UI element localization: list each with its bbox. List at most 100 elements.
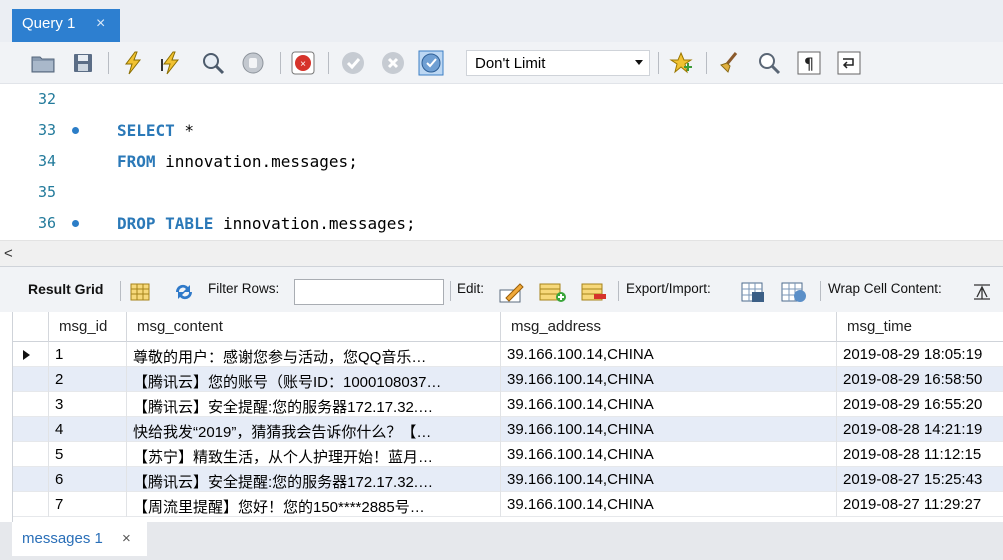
cell-msg-id[interactable]: 4 bbox=[49, 417, 127, 442]
statement-marker-icon bbox=[72, 127, 79, 134]
cell-msg-id[interactable]: 7 bbox=[49, 492, 127, 517]
limit-value: Don't Limit bbox=[475, 55, 546, 72]
cell-msg-id[interactable]: 6 bbox=[49, 467, 127, 492]
wrap-cell-label: Wrap Cell Content: bbox=[828, 281, 942, 296]
cell-msg-address[interactable]: 39.166.100.14,CHINA bbox=[501, 417, 837, 442]
editor-line: 34 FROM innovation.messages; bbox=[0, 146, 1003, 177]
filter-rows-input[interactable] bbox=[294, 279, 444, 305]
line-number: 33 bbox=[38, 121, 57, 139]
cell-msg-time[interactable]: 2019-08-29 16:55:20 bbox=[837, 392, 1003, 417]
rollback-icon[interactable] bbox=[380, 50, 406, 76]
export-icon[interactable] bbox=[740, 280, 768, 304]
add-row-icon[interactable] bbox=[538, 280, 568, 304]
line-number: 36 bbox=[38, 214, 57, 232]
cell-msg-address[interactable]: 39.166.100.14,CHINA bbox=[501, 467, 837, 492]
table-row[interactable]: 4 快给我发“2019”，猜猜我会告诉你什么？【… 39.166.100.14,… bbox=[13, 417, 1003, 442]
execute-current-icon[interactable] bbox=[158, 50, 184, 76]
wrap-cell-icon[interactable] bbox=[972, 283, 994, 301]
column-header-msg-address[interactable]: msg_address bbox=[501, 312, 837, 342]
cell-msg-address[interactable]: 39.166.100.14,CHINA bbox=[501, 367, 837, 392]
autocommit-icon[interactable] bbox=[418, 50, 444, 76]
refresh-icon[interactable] bbox=[172, 282, 196, 302]
stop-icon[interactable] bbox=[240, 50, 266, 76]
delete-row-icon[interactable] bbox=[580, 280, 610, 304]
invisible-chars-icon[interactable]: ¶ bbox=[796, 50, 822, 76]
cell-msg-content[interactable]: 尊敬的用户：感谢您参与活动，您QQ音乐… bbox=[127, 342, 501, 367]
sql-keyword: SELECT bbox=[117, 121, 175, 140]
scroll-left-icon[interactable]: < bbox=[4, 245, 13, 262]
cell-msg-id[interactable]: 1 bbox=[49, 342, 127, 367]
sql-editor[interactable]: 32 33 SELECT * 34 FROM innovation.messag… bbox=[0, 84, 1003, 240]
word-wrap-icon[interactable] bbox=[836, 50, 862, 76]
filter-rows-label: Filter Rows: bbox=[208, 281, 280, 296]
tab-query-1[interactable]: Query 1 × bbox=[12, 9, 120, 42]
table-row[interactable]: 5 【苏宁】精致生活，从个人护理开始！蓝月… 39.166.100.14,CHI… bbox=[13, 442, 1003, 467]
row-selector[interactable] bbox=[13, 467, 49, 492]
row-selector[interactable] bbox=[13, 392, 49, 417]
limit-rows-select[interactable]: Don't Limit bbox=[466, 50, 650, 76]
svg-text:¶: ¶ bbox=[804, 54, 814, 73]
cell-msg-time[interactable]: 2019-08-29 16:58:50 bbox=[837, 367, 1003, 392]
row-selector[interactable] bbox=[13, 342, 49, 367]
column-header-msg-id[interactable]: msg_id bbox=[49, 312, 127, 342]
cell-msg-address[interactable]: 39.166.100.14,CHINA bbox=[501, 442, 837, 467]
table-row[interactable]: 3 【腾讯云】安全提醒:您的服务器172.17.32.… 39.166.100.… bbox=[13, 392, 1003, 417]
editor-line: 33 SELECT * bbox=[0, 115, 1003, 146]
cell-msg-content[interactable]: 【腾讯云】您的账号（账号ID：1000108037… bbox=[127, 367, 501, 392]
import-icon[interactable] bbox=[780, 280, 810, 304]
column-header-msg-time[interactable]: msg_time bbox=[837, 312, 1003, 342]
cell-msg-id[interactable]: 5 bbox=[49, 442, 127, 467]
tab-label: Query 1 bbox=[22, 15, 76, 32]
save-icon[interactable] bbox=[70, 50, 96, 76]
query-tab-strip: Query 1 × bbox=[0, 0, 1003, 42]
find-icon[interactable] bbox=[756, 50, 782, 76]
cell-msg-content[interactable]: 【腾讯云】安全提醒:您的服务器172.17.32.… bbox=[127, 392, 501, 417]
row-header-corner bbox=[13, 312, 49, 342]
cell-msg-content[interactable]: 【腾讯云】安全提醒:您的服务器172.17.32.… bbox=[127, 467, 501, 492]
line-number: 32 bbox=[38, 90, 57, 108]
table-row[interactable]: 6 【腾讯云】安全提醒:您的服务器172.17.32.… 39.166.100.… bbox=[13, 467, 1003, 492]
table-row[interactable]: 7 【周流里提醒】您好！您的150****2885号… 39.166.100.1… bbox=[13, 492, 1003, 517]
cell-msg-time[interactable]: 2019-08-29 18:05:19 bbox=[837, 342, 1003, 367]
execute-icon[interactable] bbox=[120, 50, 146, 76]
row-selector[interactable] bbox=[13, 492, 49, 517]
explain-icon[interactable] bbox=[200, 50, 226, 76]
cell-msg-address[interactable]: 39.166.100.14,CHINA bbox=[501, 392, 837, 417]
beautify-icon[interactable] bbox=[716, 50, 742, 76]
cell-msg-time[interactable]: 2019-08-28 14:21:19 bbox=[837, 417, 1003, 442]
cell-msg-time[interactable]: 2019-08-28 11:12:15 bbox=[837, 442, 1003, 467]
cell-msg-time[interactable]: 2019-08-27 15:25:43 bbox=[837, 467, 1003, 492]
editor-horizontal-scrollbar[interactable]: < bbox=[0, 240, 1003, 266]
close-icon[interactable]: × bbox=[122, 530, 131, 547]
edit-row-icon[interactable] bbox=[498, 280, 526, 304]
cell-msg-content[interactable]: 【苏宁】精致生活，从个人护理开始！蓝月… bbox=[127, 442, 501, 467]
commit-icon[interactable] bbox=[340, 50, 366, 76]
cell-msg-address[interactable]: 39.166.100.14,CHINA bbox=[501, 492, 837, 517]
result-grid-label[interactable]: Result Grid bbox=[28, 281, 103, 297]
table-row[interactable]: 2 【腾讯云】您的账号（账号ID：1000108037… 39.166.100.… bbox=[13, 367, 1003, 392]
code-text: SELECT * bbox=[117, 121, 194, 140]
row-selector[interactable] bbox=[13, 417, 49, 442]
editor-line: 35 bbox=[0, 177, 1003, 208]
cell-msg-content[interactable]: 快给我发“2019”，猜猜我会告诉你什么？【… bbox=[127, 417, 501, 442]
tab-messages-1[interactable]: messages 1 × bbox=[12, 522, 147, 556]
open-folder-icon[interactable] bbox=[30, 50, 56, 76]
row-selector[interactable] bbox=[13, 367, 49, 392]
close-icon[interactable]: × bbox=[96, 15, 105, 33]
table-row[interactable]: 1 尊敬的用户：感谢您参与活动，您QQ音乐… 39.166.100.14,CHI… bbox=[13, 342, 1003, 367]
bookmark-star-icon[interactable] bbox=[668, 50, 694, 76]
cell-msg-id[interactable]: 2 bbox=[49, 367, 127, 392]
svg-text:×: × bbox=[300, 59, 306, 70]
edit-label: Edit: bbox=[457, 281, 485, 296]
editor-line: 32 bbox=[0, 84, 1003, 115]
column-header-msg-content[interactable]: msg_content bbox=[127, 312, 501, 342]
cell-msg-content[interactable]: 【周流里提醒】您好！您的150****2885号… bbox=[127, 492, 501, 517]
cell-msg-address[interactable]: 39.166.100.14,CHINA bbox=[501, 342, 837, 367]
grid-layout-icon[interactable] bbox=[130, 283, 150, 301]
cell-msg-time[interactable]: 2019-08-27 11:29:27 bbox=[837, 492, 1003, 517]
toggle-error-icon[interactable]: × bbox=[290, 50, 316, 76]
row-selector[interactable] bbox=[13, 442, 49, 467]
cell-msg-id[interactable]: 3 bbox=[49, 392, 127, 417]
result-grid[interactable]: msg_id msg_content msg_address msg_time … bbox=[12, 312, 1003, 522]
sql-keyword: FROM bbox=[117, 152, 156, 171]
